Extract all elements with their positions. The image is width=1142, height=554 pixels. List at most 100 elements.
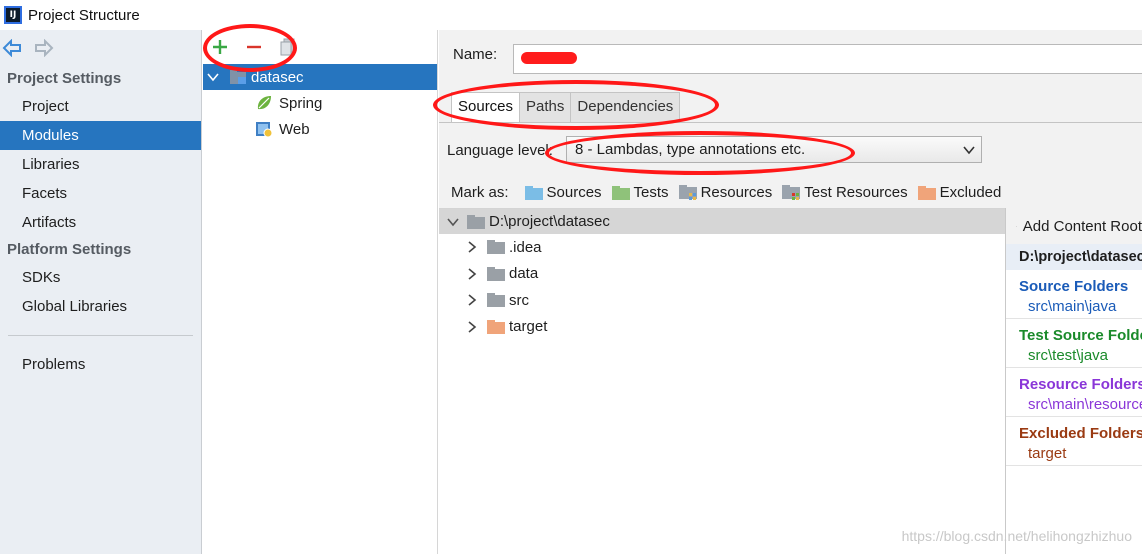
sidebar-item-problems[interactable]: Problems <box>0 350 201 379</box>
forward-arrow-icon[interactable] <box>34 39 54 57</box>
section-heading-platform-settings: Platform Settings <box>7 241 132 258</box>
excluded-folder-path[interactable]: target <box>1006 442 1142 466</box>
resource-folder-path[interactable]: src\main\resources <box>1006 393 1142 417</box>
folder-icon <box>487 293 505 308</box>
mark-as-bar: Mark as: Sources Tests Resources Test Re… <box>451 184 1011 201</box>
module-tree-panel: datasec Spring Web <box>203 30 438 554</box>
tree-row-target[interactable]: target <box>439 314 1005 341</box>
back-arrow-icon[interactable] <box>2 39 22 57</box>
tree-row-label: src <box>509 291 529 309</box>
folder-icon <box>467 214 485 229</box>
test-source-folders-title: Test Source Folders <box>1019 327 1142 344</box>
tree-root-label: D:\project\datasec <box>489 213 610 230</box>
tree-row-src[interactable]: src <box>439 287 1005 314</box>
mark-test-resources-button[interactable]: Test Resources <box>782 184 908 201</box>
copy-module-button[interactable] <box>277 36 299 58</box>
language-level-row: Language level: <box>447 142 553 159</box>
excluded-folder-icon <box>917 185 936 200</box>
tree-row-idea[interactable]: .idea <box>439 234 1005 261</box>
intellij-logo-icon: IJ <box>4 6 22 24</box>
resources-folder-icon <box>678 184 697 200</box>
resource-folders-title: Resource Folders <box>1019 376 1142 393</box>
sidebar-item-libraries[interactable]: Libraries <box>0 150 201 179</box>
language-level-label: Language level: <box>447 142 553 159</box>
sidebar-item-sdks[interactable]: SDKs <box>0 263 201 292</box>
module-tabs: Sources Paths Dependencies <box>451 92 681 122</box>
module-settings-panel: Name: Sources Paths Dependencies Languag… <box>439 30 1142 554</box>
mark-excluded-label: Excluded <box>939 184 1002 201</box>
language-level-select[interactable]: 8 - Lambdas, type annotations etc. <box>566 136 982 163</box>
content-root-panel: Add Content Root D:\project\datasec Sour… <box>1005 208 1142 554</box>
content-root-tree: D:\project\datasec .idea data src target <box>439 208 1005 554</box>
module-item-datasec[interactable]: datasec <box>203 64 437 90</box>
sidebar-item-global-libraries[interactable]: Global Libraries <box>0 292 201 321</box>
tab-dependencies[interactable]: Dependencies <box>570 92 681 122</box>
facet-label: Web <box>279 120 310 138</box>
chevron-right-icon <box>468 294 477 306</box>
remove-module-button[interactable] <box>243 36 265 58</box>
tree-row-root[interactable]: D:\project\datasec <box>439 209 1005 234</box>
content-root-path: D:\project\datasec <box>1006 244 1142 270</box>
test-source-folder-path[interactable]: src\test\java <box>1006 344 1142 368</box>
chevron-right-icon <box>468 241 477 253</box>
minus-icon <box>247 45 261 49</box>
tree-row-label: .idea <box>509 238 542 256</box>
chevron-down-icon <box>963 146 975 155</box>
tree-row-label: data <box>509 265 539 283</box>
add-module-button[interactable] <box>209 36 231 58</box>
add-content-root-label: Add Content Root <box>1022 217 1142 235</box>
tab-sources[interactable]: Sources <box>451 92 521 122</box>
tests-folder-icon <box>611 185 630 200</box>
sidebar-item-modules[interactable]: Modules <box>0 121 201 150</box>
module-label: datasec <box>251 68 304 86</box>
sidebar-divider <box>8 335 193 336</box>
section-heading-project-settings: Project Settings <box>7 70 122 87</box>
name-label: Name: <box>453 46 498 63</box>
facet-label: Spring <box>279 94 323 112</box>
chevron-right-icon <box>468 268 477 280</box>
settings-sidebar: Project Settings Project Modules Librari… <box>0 30 202 554</box>
module-name-input[interactable] <box>513 44 1142 74</box>
chevron-down-icon <box>207 73 219 82</box>
facet-item-web[interactable]: Web <box>203 116 437 142</box>
plus-icon <box>213 40 227 54</box>
tab-divider <box>439 122 1142 123</box>
name-row: Name: <box>453 46 497 63</box>
tree-row-label: target <box>509 318 548 336</box>
sidebar-item-project[interactable]: Project <box>0 92 201 121</box>
mark-as-label: Mark as: <box>451 184 509 201</box>
redaction-mark <box>521 52 577 64</box>
tree-row-data[interactable]: data <box>439 261 1005 288</box>
test-resources-folder-icon <box>782 184 801 200</box>
folder-icon <box>487 266 505 281</box>
mark-sources-label: Sources <box>546 184 602 201</box>
mark-resources-label: Resources <box>700 184 773 201</box>
mark-excluded-button[interactable]: Excluded <box>917 184 1002 201</box>
spring-leaf-icon <box>257 96 271 110</box>
language-level-value: 8 - Lambdas, type annotations etc. <box>575 141 806 158</box>
excluded-folder-icon <box>487 319 505 334</box>
copy-icon <box>280 38 295 56</box>
folder-icon <box>487 240 505 255</box>
watermark: https://blog.csdn.net/helihongzhizhuo <box>901 528 1132 544</box>
facet-item-spring[interactable]: Spring <box>203 90 437 116</box>
sidebar-item-artifacts[interactable]: Artifacts <box>0 208 201 237</box>
tab-paths[interactable]: Paths <box>519 92 572 122</box>
source-folders-title: Source Folders <box>1019 278 1129 295</box>
mark-sources-button[interactable]: Sources <box>524 184 602 201</box>
module-folder-icon <box>230 70 246 84</box>
chevron-right-icon <box>468 321 477 333</box>
excluded-folders-title: Excluded Folders <box>1019 425 1142 442</box>
title-bar: IJ Project Structure <box>0 0 1142 30</box>
mark-resources-button[interactable]: Resources <box>678 184 773 201</box>
plus-icon <box>1016 225 1017 227</box>
sidebar-item-facets[interactable]: Facets <box>0 179 201 208</box>
add-content-root-button[interactable]: Add Content Root <box>1006 208 1142 244</box>
source-folder-path[interactable]: src\main\java <box>1006 295 1142 319</box>
window-title: Project Structure <box>28 6 140 24</box>
chevron-down-icon <box>447 217 459 226</box>
mark-tests-label: Tests <box>633 184 669 201</box>
web-facet-icon <box>256 122 273 138</box>
mark-tests-button[interactable]: Tests <box>611 184 669 201</box>
mark-test-resources-label: Test Resources <box>804 184 908 201</box>
